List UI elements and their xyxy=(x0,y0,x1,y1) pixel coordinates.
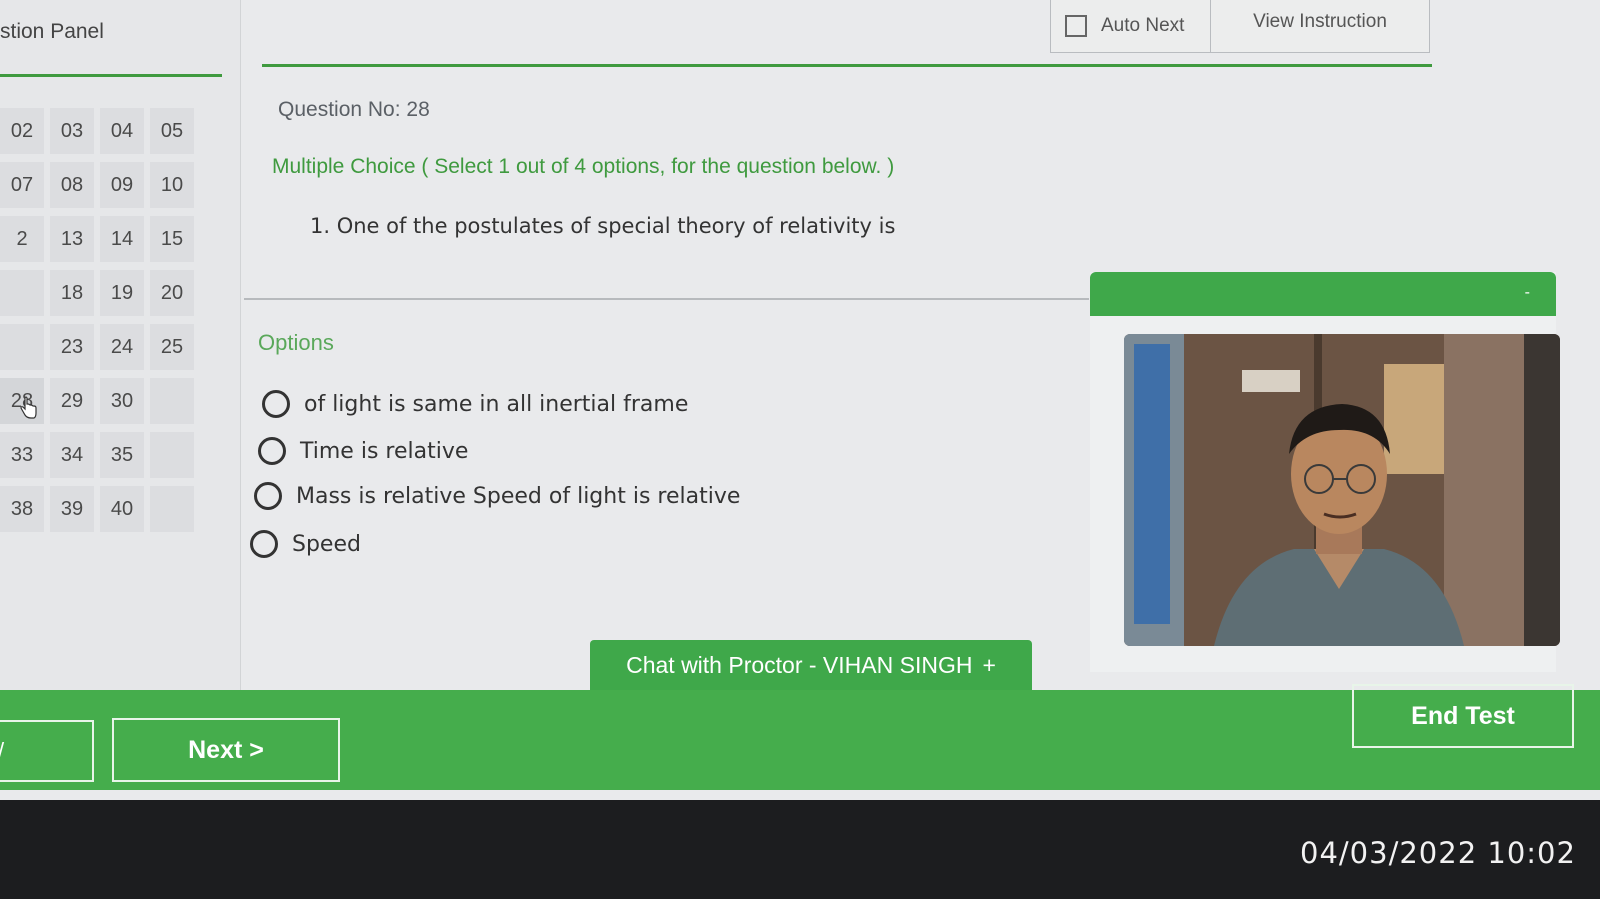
question-cell[interactable] xyxy=(150,378,194,424)
question-cell[interactable]: 18 xyxy=(50,270,94,316)
question-cell[interactable]: 15 xyxy=(150,216,194,262)
question-cell[interactable]: 29 xyxy=(50,378,94,424)
question-divider xyxy=(244,298,1089,300)
option-radio[interactable] xyxy=(258,437,286,465)
webcam-frame xyxy=(1124,334,1560,646)
question-cell[interactable]: 13 xyxy=(50,216,94,262)
question-panel-title: stion Panel xyxy=(0,20,104,43)
chat-label: Chat with Proctor - VIHAN SINGH xyxy=(626,651,973,678)
auto-next-checkbox[interactable] xyxy=(1065,15,1087,37)
question-cell[interactable]: 23 xyxy=(50,324,94,370)
question-cell[interactable]: 40 xyxy=(100,486,144,532)
exam-screen: stion Panel 02 03 04 05 07 08 09 10 2 13… xyxy=(0,0,1600,800)
option-radio[interactable] xyxy=(250,530,278,558)
options-heading: Options xyxy=(258,330,334,355)
header-divider xyxy=(262,64,1432,67)
auto-next-toggle[interactable]: Auto Next xyxy=(1051,0,1211,52)
option-2[interactable]: Time is relative xyxy=(258,437,468,465)
question-cell[interactable]: 24 xyxy=(100,324,144,370)
view-instruction-button[interactable]: View Instruction xyxy=(1211,0,1429,52)
question-panel: stion Panel 02 03 04 05 07 08 09 10 2 13… xyxy=(0,0,241,710)
minimize-icon[interactable]: - xyxy=(1525,285,1530,301)
question-cell[interactable]: 34 xyxy=(50,432,94,478)
question-cell[interactable]: 03 xyxy=(50,108,94,154)
next-button[interactable]: Next > xyxy=(112,718,340,782)
question-cell[interactable]: 08 xyxy=(50,162,94,208)
option-label: Speed xyxy=(292,531,361,557)
photo-timestamp: 04/03/2022 10:02 xyxy=(1300,836,1576,870)
top-controls: Auto Next View Instruction xyxy=(1050,0,1430,53)
question-cell[interactable]: 19 xyxy=(100,270,144,316)
option-label: of light is same in all inertial frame xyxy=(304,391,689,417)
option-3[interactable]: Mass is relative Speed of light is relat… xyxy=(254,482,740,510)
question-cell[interactable]: 09 xyxy=(100,162,144,208)
question-cell[interactable]: 33 xyxy=(0,432,44,478)
question-cell[interactable] xyxy=(0,270,44,316)
footer-bar: / Next > End Test xyxy=(0,684,1600,790)
question-cell[interactable]: 20 xyxy=(150,270,194,316)
question-cell[interactable]: 2 xyxy=(0,216,44,262)
question-cell[interactable]: 05 xyxy=(150,108,194,154)
panel-divider xyxy=(0,74,222,77)
option-label: Time is relative xyxy=(300,438,469,464)
question-cell[interactable]: 38 xyxy=(0,486,44,532)
question-cell[interactable]: 02 xyxy=(0,108,44,154)
option-4[interactable]: Speed xyxy=(250,530,361,558)
question-cell[interactable]: 07 xyxy=(0,162,44,208)
question-cell[interactable]: 30 xyxy=(100,378,144,424)
question-cell[interactable]: 35 xyxy=(100,432,144,478)
question-grid: 02 03 04 05 07 08 09 10 2 13 14 15 18 19… xyxy=(0,108,194,532)
question-cell[interactable]: 25 xyxy=(150,324,194,370)
auto-next-label: Auto Next xyxy=(1101,15,1185,36)
option-radio[interactable] xyxy=(254,482,282,510)
question-text: 1. One of the postulates of special theo… xyxy=(310,214,896,238)
question-cell[interactable] xyxy=(150,432,194,478)
plus-icon[interactable]: + xyxy=(982,652,995,679)
webcam-header: - xyxy=(1090,272,1556,316)
question-cell-current[interactable]: 28 xyxy=(0,378,44,424)
question-cell[interactable] xyxy=(0,324,44,370)
option-1[interactable]: of light is same in all inertial frame xyxy=(262,390,688,418)
question-cell[interactable]: 10 xyxy=(150,162,194,208)
hand-cursor-icon xyxy=(20,396,37,419)
question-number: Question No: 28 xyxy=(278,98,430,121)
end-test-button[interactable]: End Test xyxy=(1352,684,1574,748)
question-cell[interactable]: 04 xyxy=(100,108,144,154)
question-cell[interactable] xyxy=(150,486,194,532)
chat-with-proctor-tab[interactable]: Chat with Proctor - VIHAN SINGH + xyxy=(590,640,1032,690)
webcam-video xyxy=(1124,334,1560,646)
option-label: Mass is relative Speed of light is relat… xyxy=(296,483,741,509)
question-type: Multiple Choice ( Select 1 out of 4 opti… xyxy=(272,155,895,178)
question-cell[interactable]: 39 xyxy=(50,486,94,532)
question-cell[interactable]: 14 xyxy=(100,216,144,262)
webcam-panel: - xyxy=(1090,272,1560,672)
previous-button[interactable]: / xyxy=(0,720,94,782)
option-radio[interactable] xyxy=(262,390,290,418)
